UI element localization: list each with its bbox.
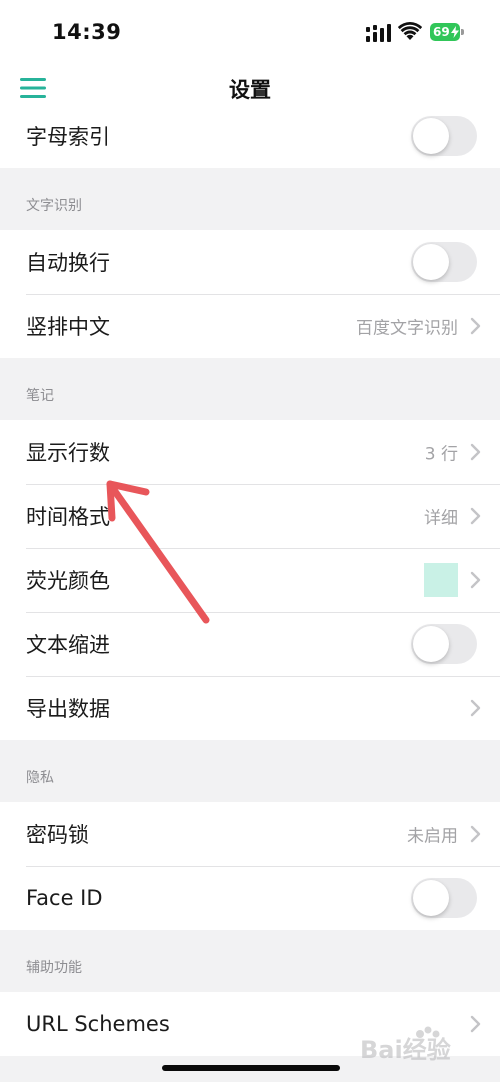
row-export-data[interactable]: 导出数据 bbox=[0, 676, 500, 740]
chevron-right-icon bbox=[470, 571, 481, 589]
chevron-right-icon bbox=[470, 699, 481, 717]
row-label: 密码锁 bbox=[26, 823, 89, 847]
toggle-knob bbox=[413, 880, 449, 916]
row-vertical-chinese[interactable]: 竖排中文 百度文字识别 bbox=[0, 294, 500, 358]
settings-group-top: 字母索引 bbox=[0, 114, 500, 168]
toggle-knob bbox=[413, 626, 449, 662]
wifi-icon bbox=[398, 22, 422, 40]
settings-group-accessibility: URL Schemes bbox=[0, 992, 500, 1056]
chevron-right-icon bbox=[470, 507, 481, 525]
settings-list: 字母索引 文字识别 自动换行 竖排中文 百度文字识别 笔记 显示行数 3 行 时… bbox=[0, 114, 500, 1056]
status-bar: 14:39 69 bbox=[0, 0, 500, 62]
row-face-id: Face ID bbox=[0, 866, 500, 930]
status-time: 14:39 bbox=[52, 20, 122, 44]
chevron-right-icon bbox=[470, 317, 481, 335]
section-header-accessibility: 辅助功能 bbox=[0, 930, 500, 992]
row-label: 字母索引 bbox=[26, 125, 110, 149]
section-header-notes: 笔记 bbox=[0, 358, 500, 420]
row-label: URL Schemes bbox=[26, 1012, 170, 1036]
page-title: 设置 bbox=[229, 78, 271, 102]
row-time-format[interactable]: 时间格式 详细 bbox=[0, 484, 500, 548]
settings-group-notes: 显示行数 3 行 时间格式 详细 荧光颜色 文本缩进 导出数据 bbox=[0, 420, 500, 740]
text-indent-toggle[interactable] bbox=[411, 624, 477, 664]
toggle-knob bbox=[413, 244, 449, 280]
row-auto-wrap: 自动换行 bbox=[0, 230, 500, 294]
section-header-text-recognition: 文字识别 bbox=[0, 168, 500, 230]
row-label: 荧光颜色 bbox=[26, 569, 110, 593]
row-label: 时间格式 bbox=[26, 505, 110, 529]
settings-group-text-recognition: 自动换行 竖排中文 百度文字识别 bbox=[0, 230, 500, 358]
home-indicator[interactable] bbox=[162, 1065, 340, 1071]
row-text-indent: 文本缩进 bbox=[0, 612, 500, 676]
row-highlight-color[interactable]: 荧光颜色 bbox=[0, 548, 500, 612]
nav-bar: 设置 bbox=[0, 62, 500, 114]
settings-group-privacy: 密码锁 未启用 Face ID bbox=[0, 802, 500, 930]
row-label: 自动换行 bbox=[26, 251, 110, 275]
chevron-right-icon bbox=[470, 1015, 481, 1033]
row-label: 显示行数 bbox=[26, 441, 110, 465]
charging-bolt-icon bbox=[451, 26, 459, 38]
toggle-knob bbox=[413, 118, 449, 154]
battery-icon: 69 bbox=[430, 23, 464, 41]
signal-icon bbox=[366, 24, 391, 42]
row-value: 百度文字识别 bbox=[356, 318, 458, 339]
row-label: 竖排中文 bbox=[26, 315, 110, 339]
row-value: 未启用 bbox=[407, 826, 458, 847]
row-label: 文本缩进 bbox=[26, 633, 110, 657]
row-value: 详细 bbox=[424, 508, 458, 529]
row-label: 导出数据 bbox=[26, 697, 110, 721]
chevron-right-icon bbox=[470, 443, 481, 461]
row-value: 3 行 bbox=[424, 444, 458, 465]
row-passcode-lock[interactable]: 密码锁 未启用 bbox=[0, 802, 500, 866]
letter-index-toggle[interactable] bbox=[411, 116, 477, 156]
battery-tip bbox=[461, 29, 464, 35]
section-title: 辅助功能 bbox=[26, 960, 82, 976]
row-show-line-count[interactable]: 显示行数 3 行 bbox=[0, 420, 500, 484]
row-url-schemes[interactable]: URL Schemes bbox=[0, 992, 500, 1056]
section-title: 隐私 bbox=[26, 770, 54, 786]
auto-wrap-toggle[interactable] bbox=[411, 242, 477, 282]
section-title: 文字识别 bbox=[26, 198, 82, 214]
row-label: Face ID bbox=[26, 886, 103, 910]
row-letter-index: 字母索引 bbox=[0, 114, 500, 168]
chevron-right-icon bbox=[470, 825, 481, 843]
section-header-privacy: 隐私 bbox=[0, 740, 500, 802]
face-id-toggle[interactable] bbox=[411, 878, 477, 918]
section-title: 笔记 bbox=[26, 388, 54, 404]
highlight-color-swatch bbox=[424, 563, 458, 597]
